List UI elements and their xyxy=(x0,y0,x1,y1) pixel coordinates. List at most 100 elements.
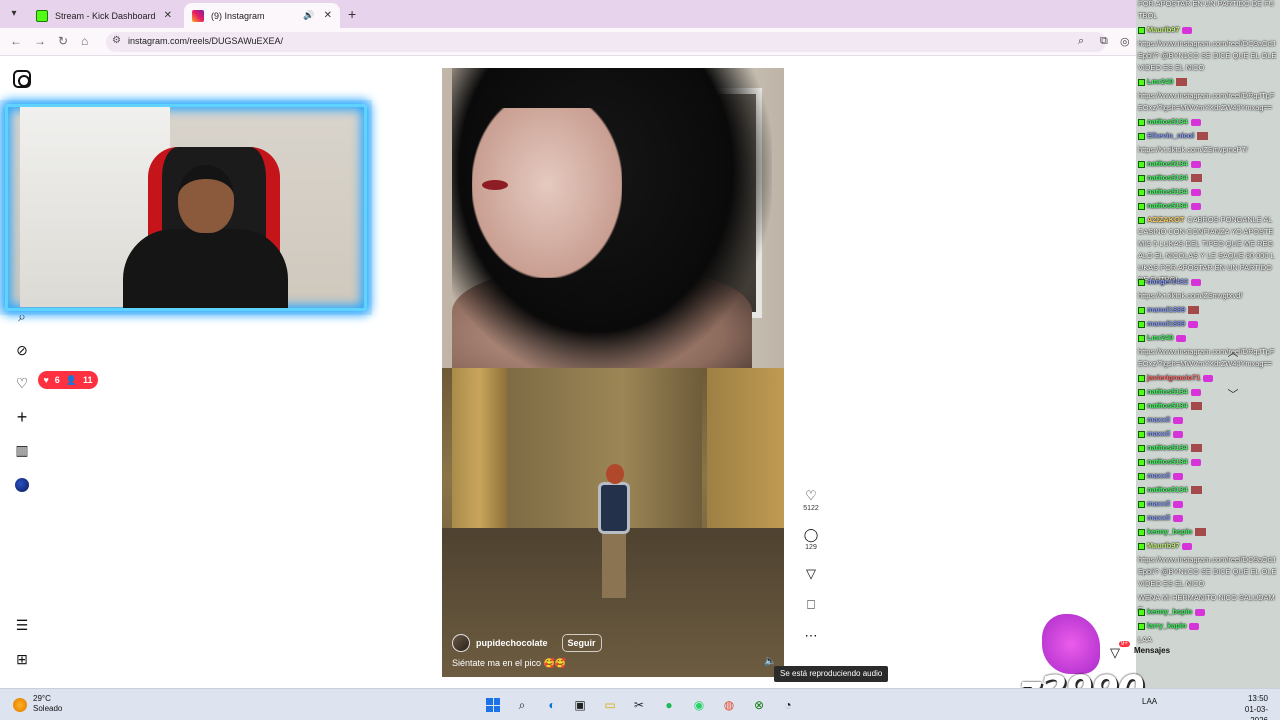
chat-username[interactable]: Lmr240 xyxy=(1147,77,1173,86)
chat-username[interactable]: natitos5134 xyxy=(1147,485,1188,494)
chevron-up-icon[interactable]: ︿ xyxy=(1226,344,1240,359)
chat-username[interactable]: Maurib97 xyxy=(1147,541,1179,550)
chat-text: https://www.instagram.com/reel/DRqJTpFEO… xyxy=(1138,91,1275,112)
messages-label[interactable]: Mensajes xyxy=(1134,646,1170,655)
author-username[interactable]: pupidechocolate xyxy=(476,638,548,648)
temperature: 29°C xyxy=(33,694,51,703)
dashboard-chart-icon[interactable]: ▥ xyxy=(13,441,31,459)
chat-username[interactable]: AZIZAKOT xyxy=(1147,215,1184,224)
chat-username[interactable]: kenny_bspin xyxy=(1147,607,1192,616)
explore-compass-icon[interactable]: ⊘ xyxy=(13,341,31,359)
chat-emote-icon xyxy=(1173,416,1184,424)
chat-username[interactable]: natitos5134 xyxy=(1147,401,1188,410)
weather-widget[interactable]: 29°C Soleado xyxy=(33,694,62,714)
comment-action[interactable]: ◯ 129 xyxy=(796,527,826,551)
chat-message: maxxil xyxy=(1138,428,1278,440)
tab-search-icon[interactable]: ▾ xyxy=(6,6,22,22)
save-action[interactable]: ⎕ xyxy=(796,597,826,613)
chat-username[interactable]: natitos5134 xyxy=(1147,187,1188,196)
share-action[interactable]: ▽ xyxy=(796,566,826,582)
file-explorer-icon[interactable]: ▭ xyxy=(601,696,619,714)
tab-kick-dashboard[interactable]: Stream - Kick Dashboard ✕ xyxy=(28,3,180,28)
instagram-favicon-icon xyxy=(192,9,204,22)
tab-instagram[interactable]: (9) Instagram 🔊 ✕ xyxy=(184,3,340,28)
forward-icon[interactable]: → xyxy=(34,34,46,48)
chat-username[interactable]: manul1889 xyxy=(1147,319,1185,328)
spotify-icon[interactable]: ● xyxy=(660,696,678,714)
chat-username[interactable]: Maurib97 xyxy=(1147,25,1179,34)
notifications-heart-icon[interactable]: ♡ xyxy=(13,374,31,392)
chat-username[interactable]: maxxil xyxy=(1147,513,1170,522)
keyboard-layout-label[interactable]: LAA xyxy=(1142,697,1157,706)
back-icon[interactable]: ← xyxy=(10,34,22,48)
follows-count: 11 xyxy=(83,375,93,385)
zoom-icon[interactable]: ⌕ xyxy=(1078,35,1084,48)
more-dots-icon[interactable]: ⋯ xyxy=(796,628,826,644)
clock[interactable]: 13:50 01-03-2026 xyxy=(1228,693,1268,720)
snipping-tool-icon[interactable]: ✂ xyxy=(630,696,648,714)
site-info-icon[interactable]: ⚙ xyxy=(112,35,121,46)
chevron-down-icon[interactable]: ﹀ xyxy=(1226,386,1240,401)
chat-username[interactable]: natitos5134 xyxy=(1147,443,1188,452)
create-plus-icon[interactable]: + xyxy=(13,408,31,426)
speaker-icon[interactable]: 🔊 xyxy=(303,10,314,21)
chat-username[interactable]: natitos5134 xyxy=(1147,201,1188,210)
follow-button[interactable]: Seguir xyxy=(561,634,602,652)
chat-message: natitos5134 xyxy=(1138,442,1278,454)
new-tab-icon[interactable]: + xyxy=(348,6,356,22)
chat-emote-icon xyxy=(1190,118,1201,126)
store-icon[interactable]: ▣ xyxy=(571,696,589,714)
chat-username[interactable]: maxxil xyxy=(1147,499,1170,508)
chat-username[interactable]: larry_kapin xyxy=(1147,621,1186,630)
chat-username[interactable]: natitos5134 xyxy=(1147,173,1188,182)
reel-video[interactable]: pupidechocolate Seguir Siéntate ma en el… xyxy=(442,68,784,677)
chat-username[interactable]: natitos5134 xyxy=(1147,457,1188,466)
chat-message: kenny_bspin xyxy=(1138,526,1278,538)
reload-icon[interactable]: ↻ xyxy=(58,34,68,48)
chat-username[interactable]: Elkevin_nicol xyxy=(1147,131,1194,140)
chat-message: https://vt.tiktok.com/ZSmvpmcP7/ xyxy=(1138,144,1278,156)
xbox-icon[interactable]: ⊗ xyxy=(750,696,768,714)
comment-icon[interactable]: ◯ xyxy=(796,527,826,543)
more-menu-icon[interactable]: ☰ xyxy=(13,616,31,634)
tab-close-icon[interactable]: ✕ xyxy=(164,10,172,21)
whatsapp-icon[interactable]: ◉ xyxy=(690,696,708,714)
author-avatar[interactable] xyxy=(452,634,470,652)
chat-username[interactable]: natitos5134 xyxy=(1147,159,1188,168)
tab-close-icon[interactable]: ✕ xyxy=(324,10,332,21)
edge-icon[interactable]: ◐ xyxy=(543,696,561,714)
subscriber-badge-icon xyxy=(1138,514,1145,522)
heart-icon[interactable]: ♡ xyxy=(796,488,826,504)
windows-start-icon[interactable] xyxy=(484,696,502,714)
chat-username[interactable]: manul1889 xyxy=(1147,305,1185,314)
more-action[interactable]: ⋯ xyxy=(796,628,826,644)
obs-icon[interactable]: ◔ xyxy=(779,696,797,714)
chat-username[interactable]: natitos5134 xyxy=(1147,387,1188,396)
chat-username[interactable]: natitos5134 xyxy=(1147,117,1188,126)
chat-username[interactable]: maxxil xyxy=(1147,415,1170,424)
instagram-logo-icon[interactable] xyxy=(13,70,31,88)
chat-username[interactable]: Lmr240 xyxy=(1147,333,1173,342)
install-app-icon[interactable]: ⧉ xyxy=(1100,35,1108,48)
tracking-eye-icon[interactable]: ◎ xyxy=(1120,35,1130,48)
chat-username[interactable]: danger1432 xyxy=(1147,277,1188,286)
messages-icon[interactable]: ▽ 9+ xyxy=(1110,641,1130,661)
weather-sun-icon[interactable] xyxy=(13,698,27,712)
bookmark-icon[interactable]: ⎕ xyxy=(796,597,826,613)
like-action[interactable]: ♡ 5122 xyxy=(796,488,826,512)
url-field[interactable]: ⚙ instagram.com/reels/DUGSAWuEXEA/ xyxy=(106,32,1106,52)
notification-pill[interactable]: ♥ 6 👤 11 xyxy=(38,371,98,389)
chat-emote-icon xyxy=(1190,486,1202,495)
also-from-meta-icon[interactable]: ⊞ xyxy=(13,650,31,668)
chat-username[interactable]: javierignacio71 xyxy=(1147,373,1200,382)
chrome-icon[interactable]: ◍ xyxy=(720,696,738,714)
profile-avatar[interactable] xyxy=(15,478,29,492)
chat-text: https://vt.tiktok.com/ZSmvpmcP7/ xyxy=(1138,145,1248,154)
chat-username[interactable]: maxxil xyxy=(1147,429,1170,438)
taskbar-search-icon[interactable]: ⌕ xyxy=(513,696,531,714)
home-icon[interactable]: ⌂ xyxy=(81,34,88,48)
chat-emote-icon xyxy=(1197,132,1209,141)
chat-username[interactable]: maxxil xyxy=(1147,471,1170,480)
send-icon[interactable]: ▽ xyxy=(796,566,826,582)
chat-username[interactable]: kenny_bspin xyxy=(1147,527,1192,536)
